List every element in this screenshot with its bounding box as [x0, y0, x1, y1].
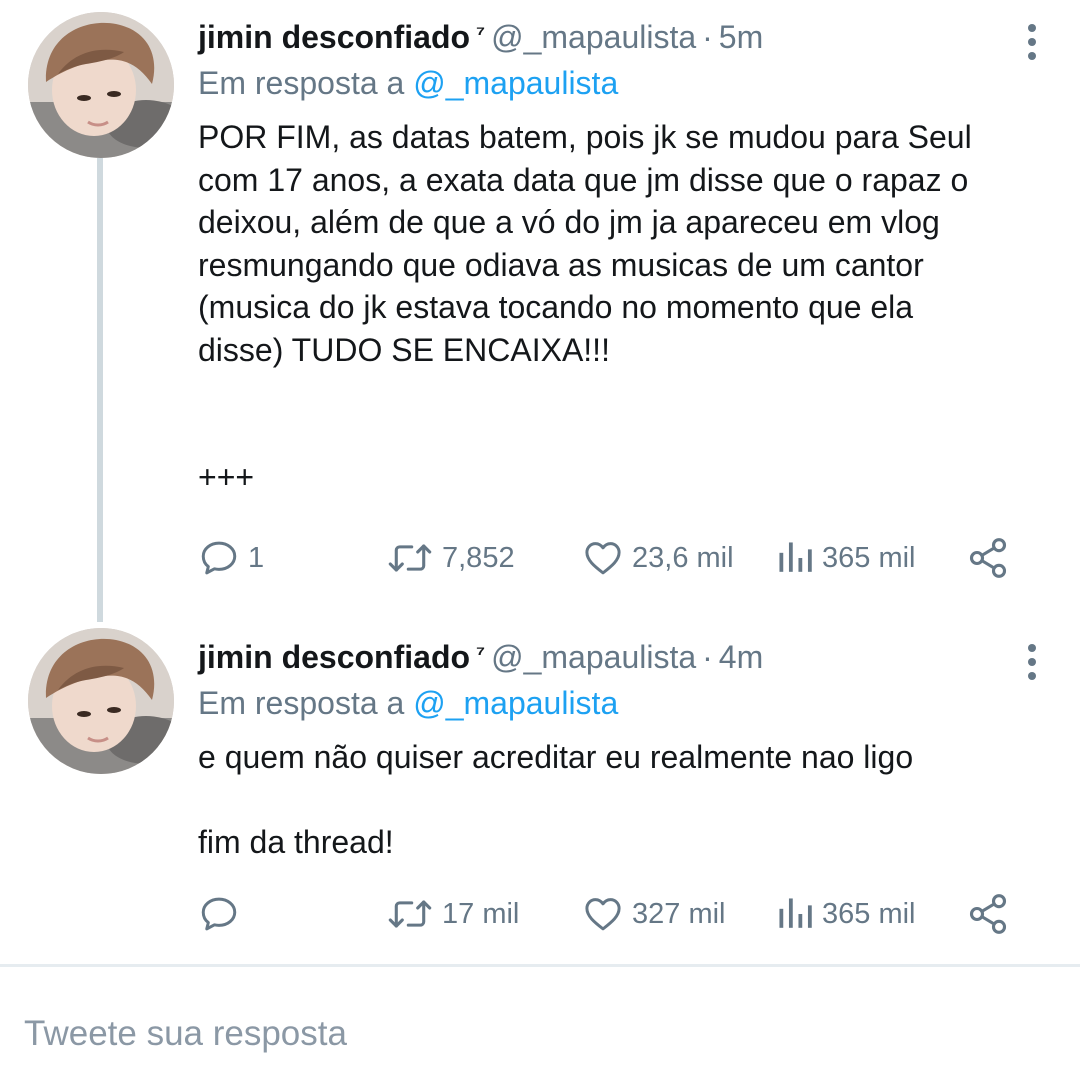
speech-bubble-icon — [201, 897, 237, 931]
share-button[interactable] — [966, 890, 1010, 938]
bar-chart-icon — [779, 898, 812, 928]
retweet-arrows-icon — [388, 544, 432, 572]
avatar[interactable] — [28, 628, 174, 774]
tweet-content: jimin desconfiado ⁷ @_mapaulista · 5m Em res… — [198, 14, 1050, 499]
reply-mention-link[interactable]: @_mapaulista — [413, 65, 618, 101]
like-count: 23,6 mil — [632, 541, 734, 574]
reply-button[interactable]: 1 — [198, 534, 264, 582]
retweet-button[interactable]: 17 mil — [386, 890, 519, 938]
more-options-button[interactable] — [1014, 20, 1050, 64]
retweet-count: 17 mil — [442, 897, 520, 930]
bar-chart-icon — [779, 542, 812, 572]
user-handle[interactable]: @_mapaulista — [491, 19, 696, 55]
retweet-arrows-icon — [388, 900, 432, 928]
reply-context: Em resposta a @_mapaulista — [198, 680, 1050, 726]
like-count: 327 mil — [632, 897, 726, 930]
tweet[interactable]: jimin desconfiado ⁷ @_mapaulista · 5m Em res… — [0, 0, 1080, 620]
tweet-text: POR FIM, as datas batem, pois jk se mudo… — [198, 119, 972, 495]
views-button[interactable]: 365 mil — [776, 534, 916, 582]
reply-count: 1 — [248, 541, 265, 574]
name-superscript: ⁷ — [476, 21, 486, 46]
views-count: 365 mil — [822, 541, 916, 574]
user-handle[interactable]: @_mapaulista — [491, 639, 696, 675]
tweet-text: e quem não quiser acreditar eu realmente… — [198, 739, 914, 860]
share-nodes-icon — [969, 894, 1007, 934]
reply-context: Em resposta a @_mapaulista — [198, 60, 1050, 106]
avatar[interactable] — [28, 12, 174, 158]
retweet-button[interactable]: 7,852 — [386, 534, 515, 582]
share-button[interactable] — [966, 534, 1010, 582]
like-button[interactable]: 23,6 mil — [582, 534, 734, 582]
display-name[interactable]: jimin desconfiado — [198, 19, 470, 55]
avatar-image — [28, 628, 174, 774]
views-button[interactable]: 365 mil — [776, 890, 916, 938]
composer-divider — [0, 964, 1080, 967]
avatar-image — [28, 12, 174, 158]
like-button[interactable]: 327 mil — [582, 890, 726, 938]
tweet-actions: 1 7,852 23,6 mil 365 mil — [198, 534, 1020, 582]
tweet-header: jimin desconfiado ⁷ @_mapaulista · 5m — [198, 14, 1050, 60]
tweet[interactable]: jimin desconfiado ⁷ @_mapaulista · 4m Em res… — [0, 620, 1080, 965]
tweet-content: jimin desconfiado ⁷ @_mapaulista · 4m Em res… — [198, 634, 1050, 864]
reply-prefix: Em resposta a — [198, 65, 405, 101]
name-superscript: ⁷ — [476, 641, 486, 666]
speech-bubble-icon — [201, 541, 237, 575]
retweet-count: 7,852 — [442, 541, 515, 574]
tweet-header: jimin desconfiado ⁷ @_mapaulista · 4m — [198, 634, 1050, 680]
views-count: 365 mil — [822, 897, 916, 930]
tweet-actions: 17 mil 327 mil 365 mil — [198, 890, 1020, 938]
separator-dot: · — [702, 19, 713, 55]
reply-mention-link[interactable]: @_mapaulista — [413, 685, 618, 721]
separator-dot: · — [702, 639, 713, 675]
reply-prefix: Em resposta a — [198, 685, 405, 721]
share-nodes-icon — [969, 538, 1007, 578]
reply-composer-input[interactable]: Tweete sua resposta — [24, 1006, 1056, 1062]
heart-icon — [585, 542, 621, 575]
display-name[interactable]: jimin desconfiado — [198, 639, 470, 675]
reply-button[interactable] — [198, 890, 248, 938]
tweet-time[interactable]: 5m — [719, 19, 763, 55]
tweet-time[interactable]: 4m — [719, 639, 763, 675]
more-options-button[interactable] — [1014, 640, 1050, 684]
heart-icon — [585, 898, 621, 931]
vertical-ellipsis-icon — [1028, 24, 1036, 32]
vertical-ellipsis-icon — [1028, 644, 1036, 652]
